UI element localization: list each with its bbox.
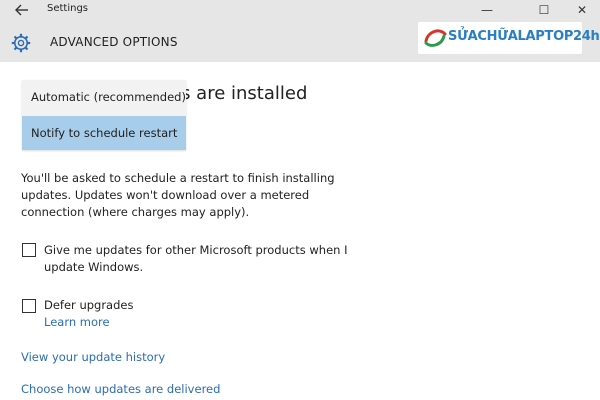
microsoft-updates-label: Give me updates for other Microsoft prod… <box>44 243 348 274</box>
settings-window: Settings — ☐ ✕ ADVANCED OPTIONS SỬACHỮAL… <box>0 0 600 400</box>
defer-upgrades-label: Defer upgrades <box>44 298 134 312</box>
restart-options-dropdown[interactable]: Automatic (recommended) Notify to schedu… <box>22 80 186 150</box>
delivery-options-link[interactable]: Choose how updates are delivered <box>21 381 220 398</box>
dropdown-option-notify[interactable]: Notify to schedule restart <box>22 116 186 150</box>
minimize-button[interactable]: — <box>470 0 504 20</box>
title-bar: Settings — ☐ ✕ <box>0 0 600 22</box>
window-title: Settings <box>47 3 89 14</box>
microsoft-updates-checkbox[interactable] <box>22 243 36 257</box>
section-heading: es are installed <box>170 83 308 104</box>
maximize-button[interactable]: ☐ <box>527 0 561 20</box>
watermark-text: SỬACHỮALAPTOP24h <box>448 29 600 44</box>
back-arrow-icon[interactable] <box>14 1 30 19</box>
defer-upgrades-checkbox[interactable] <box>22 299 36 313</box>
learn-more-link[interactable]: Learn more <box>44 314 110 331</box>
dropdown-option-automatic[interactable]: Automatic (recommended) <box>22 80 186 114</box>
close-button[interactable]: ✕ <box>565 0 599 20</box>
update-history-link[interactable]: View your update history <box>21 349 165 366</box>
watermark-logo: SỬACHỮALAPTOP24h <box>418 22 600 54</box>
gear-icon <box>11 33 31 53</box>
brand-swirl-icon <box>424 29 447 47</box>
page-title: ADVANCED OPTIONS <box>50 35 178 49</box>
restart-description: You'll be asked to schedule a restart to… <box>21 171 335 219</box>
